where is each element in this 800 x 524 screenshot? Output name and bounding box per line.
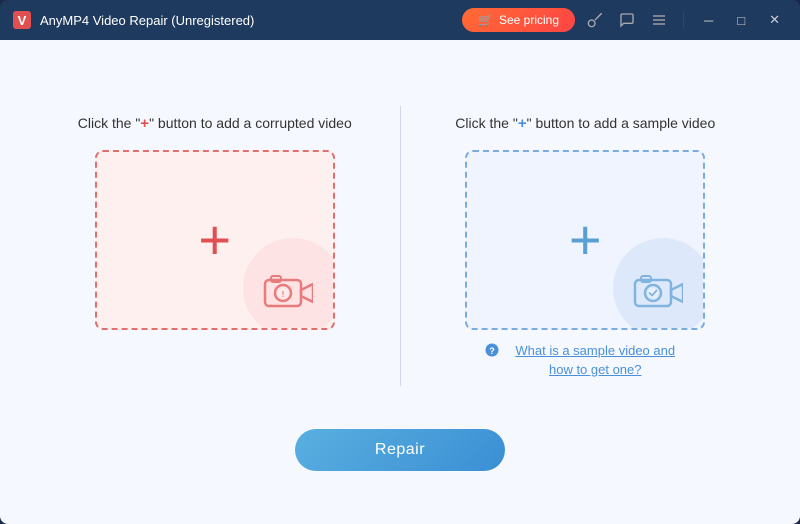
- svg-text:?: ?: [490, 346, 496, 356]
- sample-video-label: Click the "+" button to add a sample vid…: [455, 113, 715, 134]
- main-content: Click the "+" button to add a corrupted …: [0, 40, 800, 524]
- sample-plus-indicator: +: [518, 115, 527, 132]
- corrupted-video-label: Click the "+" button to add a corrupted …: [78, 113, 352, 134]
- corrupted-plus-indicator: +: [140, 115, 149, 132]
- see-pricing-label: See pricing: [499, 13, 559, 27]
- add-sample-icon: +: [569, 212, 602, 268]
- see-pricing-button[interactable]: 🛒 See pricing: [462, 8, 575, 32]
- repair-button[interactable]: Repair: [295, 429, 505, 471]
- repair-button-container: Repair: [20, 429, 780, 471]
- app-title: AnyMP4 Video Repair (Unregistered): [40, 13, 462, 28]
- minimize-button[interactable]: ─: [696, 9, 721, 32]
- sample-video-dropzone[interactable]: +: [465, 150, 705, 330]
- question-circle-icon: ?: [485, 343, 499, 363]
- sample-video-help-link[interactable]: ? What is a sample video and how to get …: [485, 342, 685, 378]
- cart-icon: 🛒: [478, 13, 493, 27]
- corrupted-camera-icon: !: [261, 270, 313, 310]
- svg-text:V: V: [18, 13, 27, 28]
- titlebar: V AnyMP4 Video Repair (Unregistered) 🛒 S…: [0, 0, 800, 40]
- maximize-button[interactable]: □: [729, 9, 753, 32]
- upload-area: Click the "+" button to add a corrupted …: [40, 93, 760, 398]
- key-icon-button[interactable]: [583, 8, 607, 32]
- sample-camera-icon: [631, 270, 683, 310]
- titlebar-divider: [683, 12, 684, 28]
- svg-text:!: !: [281, 290, 284, 299]
- close-button[interactable]: ✕: [761, 8, 788, 32]
- chat-icon-button[interactable]: [615, 8, 639, 32]
- panel-divider: [400, 106, 401, 386]
- add-corrupted-icon: +: [198, 212, 231, 268]
- app-logo: V: [12, 10, 32, 30]
- help-link-text: What is a sample video and how to get on…: [505, 342, 685, 378]
- app-window: V AnyMP4 Video Repair (Unregistered) 🛒 S…: [0, 0, 800, 524]
- sample-video-panel: Click the "+" button to add a sample vid…: [411, 93, 761, 398]
- corrupted-video-dropzone[interactable]: + !: [95, 150, 335, 330]
- titlebar-actions: 🛒 See pricing: [462, 8, 788, 32]
- corrupted-video-panel: Click the "+" button to add a corrupted …: [40, 93, 390, 350]
- menu-icon-button[interactable]: [647, 8, 671, 32]
